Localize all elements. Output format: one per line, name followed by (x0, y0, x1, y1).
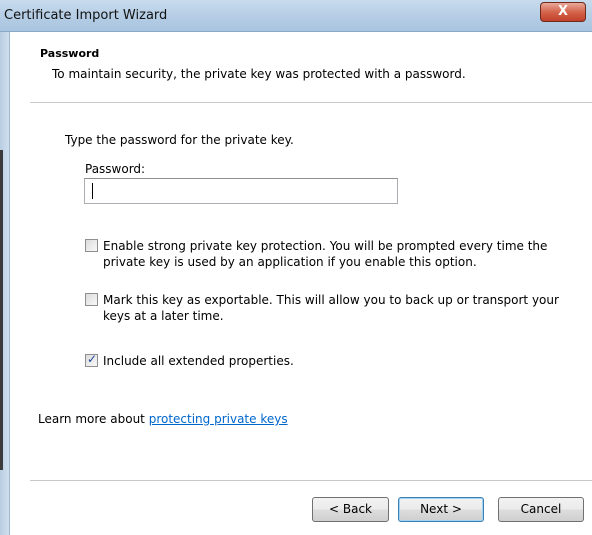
close-icon: X (557, 4, 569, 19)
window-shadow (0, 150, 3, 470)
extended-properties-checkbox[interactable] (85, 352, 98, 367)
strong-protection-checkbox[interactable] (85, 239, 98, 252)
protecting-keys-link[interactable]: protecting private keys (149, 412, 288, 426)
exportable-checkbox[interactable] (85, 293, 98, 306)
title-bar[interactable]: Certificate Import Wizard X (0, 0, 592, 32)
window-title: Certificate Import Wizard (4, 8, 168, 23)
strong-protection-label: Enable strong private key protection. Yo… (103, 239, 548, 269)
footer-divider (30, 480, 592, 481)
cancel-button[interactable]: Cancel (498, 497, 584, 522)
page-title: Password (40, 47, 100, 60)
wizard-header: Password To maintain security, the priva… (10, 32, 592, 102)
text-caret (92, 183, 93, 199)
close-button[interactable]: X (540, 2, 586, 22)
exportable-label: Mark this key as exportable. This will a… (103, 293, 559, 323)
page-subtitle: To maintain security, the private key wa… (52, 67, 466, 81)
next-button[interactable]: Next > (398, 497, 484, 522)
learn-more-text: Learn more about protecting private keys (38, 412, 288, 426)
wizard-content: Password To maintain security, the priva… (10, 32, 592, 535)
password-label: Password: (85, 162, 146, 176)
back-button[interactable]: < Back (312, 497, 389, 522)
header-divider (30, 102, 592, 103)
password-input[interactable] (84, 178, 398, 204)
learn-more-prefix: Learn more about (38, 412, 149, 426)
extended-properties-label: Include all extended properties. (103, 354, 294, 368)
password-instruction: Type the password for the private key. (65, 133, 294, 147)
